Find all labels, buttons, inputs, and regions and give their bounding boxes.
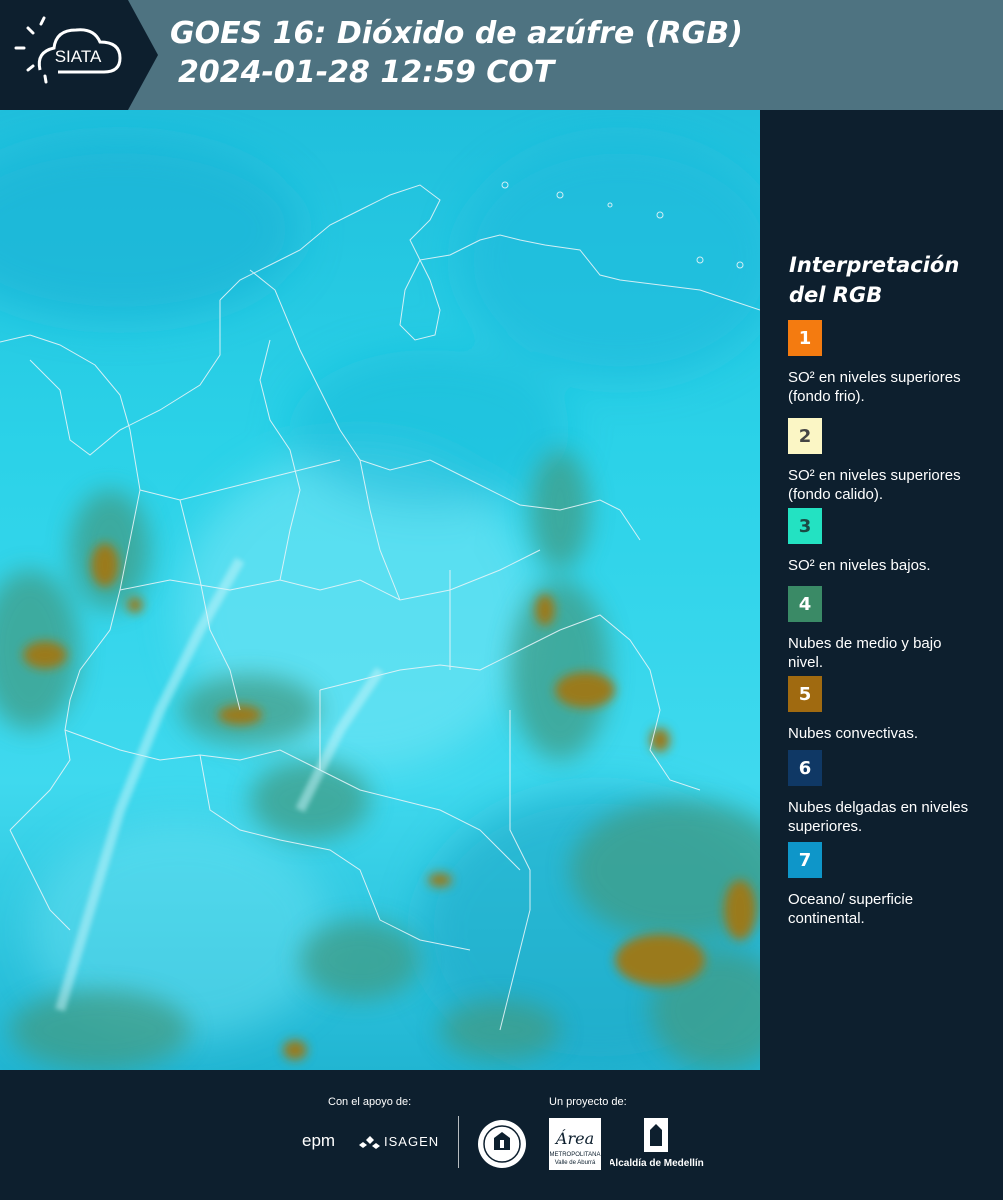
map-image: [0, 110, 760, 1070]
legend-label-5: Nubes convectivas.: [788, 725, 919, 742]
legend-item-2: 2 SO² en niveles superiores (fondo calid…: [788, 418, 978, 504]
legend-number-2: 2: [798, 425, 812, 447]
page-title-line1: GOES 16: Dióxido de azúfre (RGB): [170, 16, 743, 51]
legend-label-2: SO² en niveles superiores (fondo calido)…: [788, 467, 961, 503]
sponsor-logos: epm ISAGEN: [302, 1131, 439, 1150]
svg-text:Valle de Aburrá: Valle de Aburrá: [555, 1160, 596, 1166]
support-caption: Con el apoyo de:: [328, 1096, 412, 1108]
legend-item-7: 7 Oceano/ superficie continental.: [788, 842, 978, 928]
legend-swatch-7: 7: [788, 842, 822, 878]
header-bar: SIATA GOES 16: Dióxido de azúfre (RGB) 2…: [0, 0, 1003, 110]
legend-label-4: Nubes de medio y bajo nivel.: [788, 635, 942, 671]
legend-title: Interpretación del RGB: [789, 253, 960, 307]
legend-item-3: 3 SO² en niveles bajos.: [788, 508, 978, 575]
legend-number-1: 1: [798, 327, 812, 349]
legend-swatch-1: 1: [788, 320, 822, 356]
legend-swatch-5: 5: [788, 676, 822, 712]
area-metropolitana-logo: Área METROPOLITANA Valle de Aburrá: [549, 1118, 601, 1170]
legend-number-3: 3: [798, 515, 812, 537]
legend-item-6: 6 Nubes delgadas en niveles superiores.: [788, 750, 978, 836]
alcaldia-medellin-logo: Alcaldía de Medellín: [610, 1118, 704, 1169]
medellin-seal-logo: [478, 1120, 526, 1168]
page-title-line2-timestamp: 2024-01-28 12:59 COT: [178, 55, 555, 90]
legend-label-7: Oceano/ superficie continental.: [788, 891, 914, 927]
isagen-star-icon: [359, 1136, 380, 1149]
legend-panel: Interpretación del RGB 1 SO² en niveles …: [760, 110, 1003, 1070]
legend-number-6: 6: [798, 757, 812, 779]
footer-separator: [458, 1116, 459, 1168]
satellite-rgb-map: [0, 110, 760, 1070]
legend-item-4: 4 Nubes de medio y bajo nivel.: [788, 586, 978, 672]
legend-swatch-6: 6: [788, 750, 822, 786]
legend-number-5: 5: [798, 683, 812, 705]
footer-bar: Con el apoyo de: Un proyecto de: epm ISA…: [0, 1070, 1003, 1200]
legend-swatch-3: 3: [788, 508, 822, 544]
legend-item-1: 1 SO² en niveles superiores (fondo frio)…: [788, 320, 978, 406]
project-caption: Un proyecto de:: [549, 1096, 627, 1108]
legend-item-5: 5 Nubes convectivas.: [788, 676, 978, 743]
epm-logo: epm: [302, 1131, 335, 1150]
logo-text: SIATA: [55, 47, 102, 66]
isagen-logo: ISAGEN: [384, 1134, 439, 1149]
legend-number-4: 4: [798, 593, 812, 615]
legend-label-1: SO² en niveles superiores (fondo frio).: [788, 369, 961, 405]
siata-logo-panel: SIATA: [0, 0, 158, 110]
svg-text:Alcaldía de Medellín: Alcaldía de Medellín: [610, 1158, 704, 1169]
legend-label-6: Nubes delgadas en niveles superiores.: [788, 799, 969, 835]
svg-text:Área: Área: [554, 1128, 594, 1148]
legend-number-7: 7: [798, 849, 812, 871]
legend-swatch-4: 4: [788, 586, 822, 622]
legend-label-3: SO² en niveles bajos.: [788, 557, 931, 574]
legend-swatch-2: 2: [788, 418, 822, 454]
svg-text:METROPOLITANA: METROPOLITANA: [550, 1152, 601, 1158]
